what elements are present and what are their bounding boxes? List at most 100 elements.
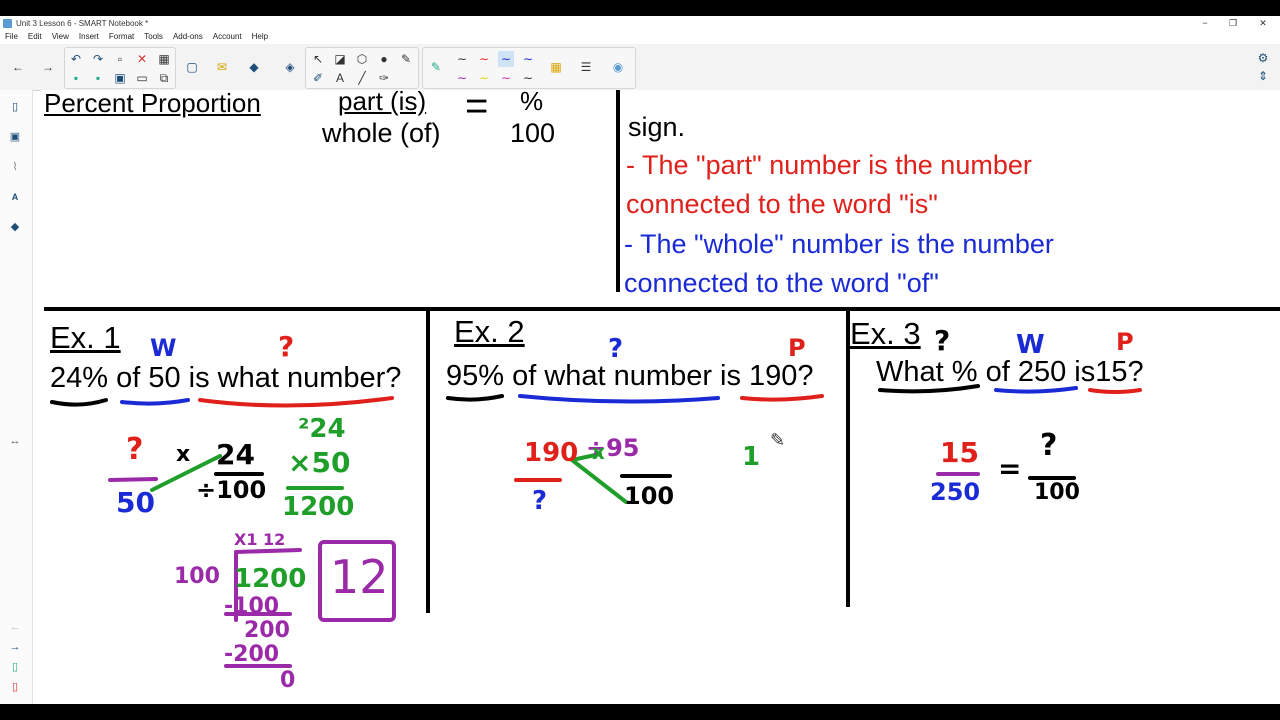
- resize-handle-icon[interactable]: ↔: [6, 432, 24, 450]
- ex2-underline-percent: [446, 394, 504, 402]
- gallery-icon[interactable]: ▣: [6, 128, 24, 146]
- smart-notebook-window: Unit 3 Lesson 6 - SMART Notebook * − ❐ ✕…: [0, 16, 1280, 704]
- delete-icon[interactable]: ✕: [134, 51, 150, 67]
- ex1-fraction-bar-left: [108, 477, 158, 482]
- toolbar: ← → ↶ ↷ ▫ ✕ ▦ ▪ ▪ ▣ ▭ ⧉ ▢ ✉ ◆ ◈ ↖ ◪ ⬡ ● …: [0, 44, 1280, 91]
- table-icon[interactable]: ▦: [156, 51, 172, 67]
- undo-icon[interactable]: ↶: [68, 51, 84, 67]
- ex1-ink-numerator: ?: [126, 432, 144, 467]
- ex1-underline-of: [120, 398, 190, 406]
- ex2-ink-190: 190: [524, 438, 579, 468]
- line-style-icon[interactable]: ☰: [578, 59, 594, 75]
- ex1-underline-percent: [50, 398, 108, 407]
- ex1-ink-w: W: [150, 334, 177, 362]
- pen-yellow-icon[interactable]: ∼: [476, 70, 492, 86]
- color-palette-icon[interactable]: ▦: [548, 59, 564, 75]
- pen-red-icon[interactable]: ∼: [476, 51, 492, 67]
- ex1-underline-is: [198, 396, 394, 408]
- ex1-ink-mult-mid: ×50: [288, 446, 351, 479]
- ex1-ink-dividend: 1200: [234, 564, 307, 594]
- magic-pen-icon[interactable]: ✎: [398, 51, 414, 67]
- settings-gear-icon[interactable]: ⚙: [1255, 50, 1271, 66]
- ex3-underline-of: [994, 386, 1078, 394]
- notebook-canvas[interactable]: Percent Proportion part (is) whole (of) …: [40, 90, 1280, 704]
- ex2-ink-x: x: [592, 440, 605, 464]
- pen-black-icon[interactable]: ∼: [454, 51, 470, 67]
- copy-icon[interactable]: ▪: [90, 70, 106, 86]
- ex3-underline-what: [878, 384, 980, 394]
- text-icon[interactable]: A: [332, 70, 348, 86]
- close-button[interactable]: ✕: [1248, 16, 1278, 30]
- screenshot-icon[interactable]: ⧉: [156, 70, 172, 86]
- pen-type-icon[interactable]: ✎: [428, 59, 444, 75]
- ex3-ink-250: 250: [930, 478, 981, 506]
- screen-icon[interactable]: ▭: [134, 70, 150, 86]
- menu-add-ons[interactable]: Add-ons: [168, 30, 208, 44]
- select-icon[interactable]: ↖: [310, 51, 326, 67]
- minimize-button[interactable]: −: [1190, 16, 1220, 30]
- shape-icon[interactable]: ◪: [332, 51, 348, 67]
- previous-icon[interactable]: ←: [6, 618, 24, 636]
- ex2-ink-1: 1: [742, 442, 761, 472]
- menu-help[interactable]: Help: [247, 30, 273, 44]
- ex2-ink-denominator: ?: [532, 486, 548, 516]
- ex2-ink-p: P: [788, 334, 806, 362]
- pen-blue-icon[interactable]: ∼: [498, 51, 514, 67]
- ex3-underline-is: [1088, 388, 1142, 394]
- regular-shape-icon[interactable]: ⬡: [354, 51, 370, 67]
- menu-format[interactable]: Format: [104, 30, 139, 44]
- ex3-ink-15: 15: [940, 436, 979, 469]
- display-icon[interactable]: ▢: [184, 59, 200, 75]
- add-on-icon[interactable]: ◆: [246, 59, 262, 75]
- ex2-underline-of: [518, 394, 720, 404]
- menu-file[interactable]: File: [0, 30, 23, 44]
- ex1-ink-mult-result: 1200: [282, 492, 355, 522]
- new-page-icon[interactable]: ▫: [112, 51, 128, 67]
- ex2-ink-100: 100: [624, 482, 675, 510]
- ex1-ink-x: x: [176, 442, 191, 467]
- title-bar: Unit 3 Lesson 6 - SMART Notebook * − ❐ ✕: [0, 16, 1280, 30]
- response-icon[interactable]: ✉: [214, 59, 230, 75]
- pen-magenta-icon[interactable]: ∼: [498, 70, 514, 86]
- fill-effects-icon[interactable]: ◉: [610, 59, 626, 75]
- previous-page-icon[interactable]: ←: [10, 59, 26, 75]
- next-icon[interactable]: →: [6, 638, 24, 656]
- ex1-ink-mult-top: ²24: [298, 414, 346, 444]
- eraser-icon[interactable]: ✑: [376, 70, 392, 86]
- delete-page-icon[interactable]: ▯: [6, 678, 24, 696]
- maximize-button[interactable]: ❐: [1218, 16, 1248, 30]
- pen-dash-icon[interactable]: ∼: [520, 70, 536, 86]
- add-page-icon[interactable]: ▯: [6, 658, 24, 676]
- paste-icon[interactable]: ▪: [68, 70, 84, 86]
- menu-account[interactable]: Account: [208, 30, 247, 44]
- ex1-ink-sub1: -100: [224, 594, 280, 619]
- menu-tools[interactable]: Tools: [139, 30, 168, 44]
- properties-icon[interactable]: A: [6, 188, 24, 206]
- ex3-ink-w: W: [1016, 330, 1045, 360]
- menu-edit[interactable]: Edit: [23, 30, 47, 44]
- ex1-ink-q: ?: [278, 330, 295, 363]
- ex1-ink-denominator: 50: [116, 486, 155, 519]
- ex2-underline-is: [740, 394, 824, 402]
- ex1-ink-answer: 12: [330, 550, 389, 604]
- add-ons-icon[interactable]: ◆: [6, 218, 24, 236]
- menu-insert[interactable]: Insert: [74, 30, 104, 44]
- fill-icon[interactable]: ●: [376, 51, 392, 67]
- pen-icon[interactable]: ✐: [310, 70, 326, 86]
- pen-navy-icon[interactable]: ∼: [520, 51, 536, 67]
- menu-view[interactable]: View: [47, 30, 74, 44]
- lesson-activity-icon[interactable]: ◈: [282, 59, 298, 75]
- menu-bar: File Edit View Insert Format Tools Add-o…: [0, 30, 273, 44]
- move-toolbar-icon[interactable]: ⇕: [1255, 68, 1271, 84]
- page-sorter-icon[interactable]: ▯: [6, 98, 24, 116]
- window-title: Unit 3 Lesson 6 - SMART Notebook *: [16, 18, 149, 28]
- ex3-ink-p: P: [1116, 328, 1134, 356]
- save-icon[interactable]: ▣: [112, 70, 128, 86]
- app-icon: [3, 18, 12, 28]
- pen-purple-icon[interactable]: ∼: [454, 70, 470, 86]
- ex2-ink-q: ?: [608, 334, 624, 364]
- next-page-icon[interactable]: →: [40, 59, 56, 75]
- redo-icon[interactable]: ↷: [90, 51, 106, 67]
- line-icon[interactable]: ╱: [354, 70, 370, 86]
- attachments-icon[interactable]: ⌇: [6, 158, 24, 176]
